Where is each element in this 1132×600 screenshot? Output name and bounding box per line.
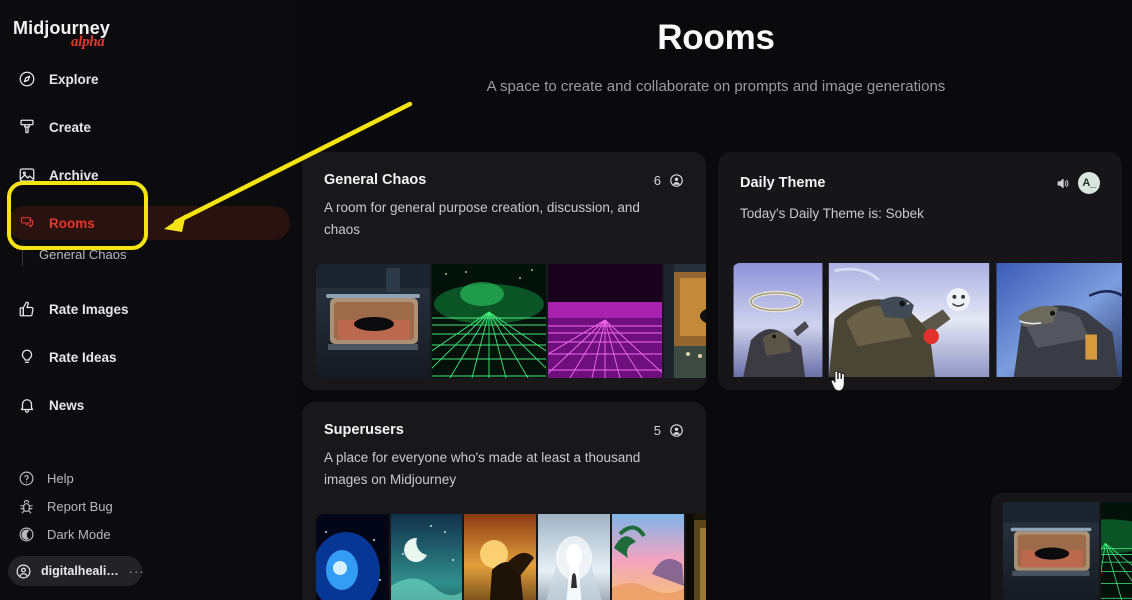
brand-alpha-tag: alpha xyxy=(71,34,105,50)
mouse-cursor xyxy=(830,371,845,391)
room-thumbnail xyxy=(548,264,662,378)
sidebar-item-explore[interactable]: Explore xyxy=(8,62,290,96)
card-member-meta: 5 xyxy=(654,423,684,438)
sidebar-item-label: News xyxy=(49,397,85,413)
annotation-highlight-box xyxy=(7,181,148,250)
room-thumbnail xyxy=(316,264,430,378)
card-header: Superusers 5 A place for everyone who's … xyxy=(302,402,706,492)
sidebar-item-label: Rate Images xyxy=(49,301,129,317)
sidebar-item-label: Help xyxy=(47,470,74,486)
card-title-row: Daily Theme A_ xyxy=(740,172,1100,194)
card-description: A place for everyone who's made at least… xyxy=(324,450,641,488)
card-title-row: Superusers 5 xyxy=(324,422,684,438)
paintbrush-icon xyxy=(18,118,36,136)
speaker-icon[interactable] xyxy=(1055,176,1070,191)
card-title: Superusers xyxy=(324,422,404,438)
card-title-row: General Chaos 6 xyxy=(324,172,684,188)
room-thumbnail xyxy=(996,263,1122,377)
sidebar-item-label: Report Bug xyxy=(47,498,113,514)
card-description: A room for general purpose creation, dis… xyxy=(324,200,640,238)
preview-thumbnail xyxy=(1101,502,1132,600)
sidebar-item-help[interactable]: Help xyxy=(8,464,290,492)
moon-icon xyxy=(18,526,35,543)
card-title: Daily Theme xyxy=(740,175,826,191)
room-thumbnail xyxy=(391,514,462,600)
room-thumbnail xyxy=(612,514,684,600)
card-member-meta: 6 xyxy=(654,173,684,188)
card-description: Today's Daily Theme is: Sobek xyxy=(740,206,924,221)
user-circle-icon xyxy=(669,173,684,188)
lightbulb-icon xyxy=(18,348,36,366)
sidebar-item-rate-images[interactable]: Rate Images xyxy=(8,292,290,326)
sidebar-item-dark-mode[interactable]: Dark Mode xyxy=(8,520,290,548)
sidebar: Midjourney alpha Explore Create Archive … xyxy=(0,0,300,600)
user-circle-icon xyxy=(669,423,684,438)
room-thumbnail xyxy=(664,264,706,378)
room-thumbnail xyxy=(686,514,706,600)
preview-thumbnail xyxy=(1003,502,1099,600)
room-card-daily-theme[interactable]: Daily Theme A_ Today's Daily Theme is: S… xyxy=(718,152,1122,390)
room-thumbnail xyxy=(733,263,823,377)
page-subtitle: A space to create and collaborate on pro… xyxy=(486,78,946,95)
page-title: Rooms xyxy=(657,18,775,57)
app-root: Midjourney alpha Explore Create Archive … xyxy=(0,0,1132,600)
member-count: 6 xyxy=(653,172,661,188)
bug-icon xyxy=(18,498,35,515)
user-menu-icon[interactable]: ··· xyxy=(129,564,145,579)
thumbs-up-icon xyxy=(18,300,36,318)
card-title: General Chaos xyxy=(324,172,427,188)
brand-logo[interactable]: Midjourney alpha xyxy=(13,18,110,50)
user-account-chip[interactable]: digitalheali… ··· xyxy=(8,556,145,586)
rooms-row-1: General Chaos 6 A room for general purpo… xyxy=(302,152,1132,390)
sidebar-item-label: Dark Mode xyxy=(47,526,111,542)
sidebar-item-label: Rate Ideas xyxy=(49,349,117,365)
room-card-general-chaos[interactable]: General Chaos 6 A room for general purpo… xyxy=(302,152,706,390)
sidebar-item-label: Create xyxy=(49,119,92,135)
user-name: digitalheali… xyxy=(41,564,119,578)
card-thumbnail-strip xyxy=(732,263,1122,381)
sidebar-item-label: Explore xyxy=(49,71,99,87)
card-header: General Chaos 6 A room for general purpo… xyxy=(302,152,706,242)
room-thumbnail xyxy=(828,263,990,377)
room-thumbnail xyxy=(464,514,536,600)
sidebar-item-news[interactable]: News xyxy=(8,388,290,422)
avatar[interactable]: A_ xyxy=(1078,172,1100,194)
bell-icon xyxy=(18,396,36,414)
sidebar-item-rate-ideas[interactable]: Rate Ideas xyxy=(8,340,290,374)
room-thumbnail xyxy=(316,514,389,600)
member-count: 5 xyxy=(653,422,661,438)
room-thumbnail xyxy=(432,264,546,378)
compass-icon xyxy=(18,70,36,88)
card-actions: A_ xyxy=(1055,172,1100,194)
question-circle-icon xyxy=(18,470,35,487)
room-card-superusers[interactable]: Superusers 5 A place for everyone who's … xyxy=(302,402,706,600)
card-header: Daily Theme A_ Today's Daily Theme is: S… xyxy=(718,152,1122,225)
sidebar-item-create[interactable]: Create xyxy=(8,110,290,144)
card-thumbnail-strip xyxy=(316,514,706,600)
card-thumbnail-strip xyxy=(316,264,706,378)
sidebar-bottom-nav: Help Report Bug Dark Mode digitalheali… … xyxy=(0,464,300,586)
sidebar-item-report-bug[interactable]: Report Bug xyxy=(8,492,290,520)
floating-preview-panel[interactable] xyxy=(991,493,1132,600)
user-circle-icon xyxy=(15,563,32,580)
room-thumbnail xyxy=(538,514,610,600)
